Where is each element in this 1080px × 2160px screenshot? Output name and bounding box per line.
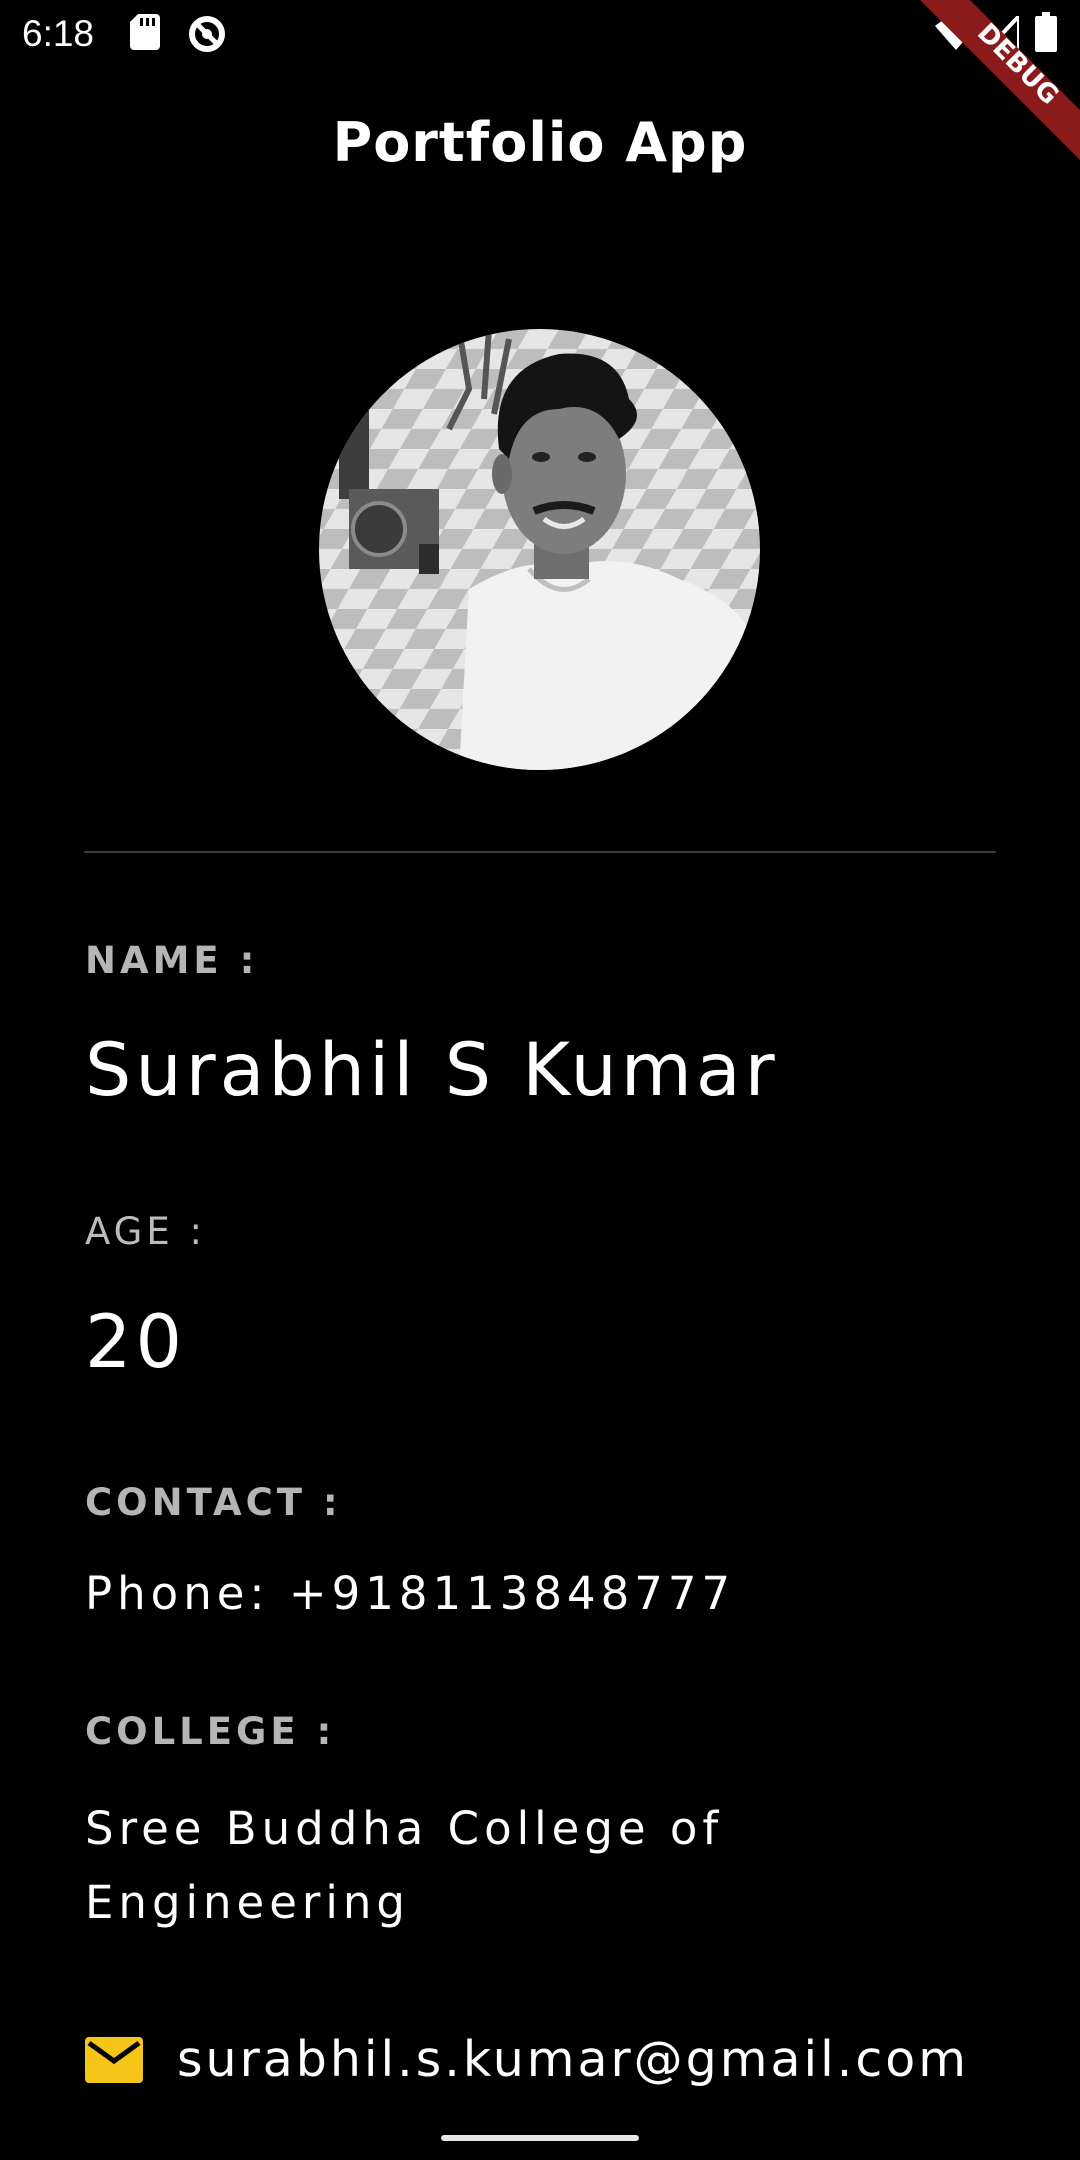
- battery-icon: [1035, 12, 1057, 52]
- divider: [84, 851, 996, 853]
- avatar-image: [319, 329, 760, 770]
- name-value: Surabhil S Kumar: [85, 1028, 779, 1113]
- status-time: 6:18: [22, 13, 95, 54]
- contact-label: CONTACT :: [85, 1481, 342, 1524]
- wifi-icon: [935, 17, 977, 50]
- name-label: NAME :: [85, 939, 259, 982]
- college-value-line2: Engineering: [85, 1876, 410, 1929]
- phone-value[interactable]: Phone: +918113848777: [85, 1557, 985, 1631]
- age-label: AGE :: [85, 1210, 206, 1253]
- email-value[interactable]: surabhil.s.kumar@gmail.com: [177, 2027, 969, 2093]
- sync-icon: [189, 16, 225, 52]
- sd-card-icon: [130, 14, 160, 50]
- home-indicator[interactable]: [441, 2135, 639, 2141]
- mail-icon: [85, 2037, 143, 2083]
- status-bar: 6:18: [0, 0, 1080, 70]
- avatar: [319, 329, 760, 770]
- page-title: Portfolio App: [332, 111, 748, 174]
- signal-icon: [985, 16, 1019, 52]
- email-row[interactable]: surabhil.s.kumar@gmail.com: [85, 2027, 969, 2093]
- age-value: 20: [85, 1300, 186, 1385]
- college-label: COLLEGE :: [85, 1710, 336, 1753]
- college-value-line1: Sree Buddha College of: [85, 1802, 724, 1855]
